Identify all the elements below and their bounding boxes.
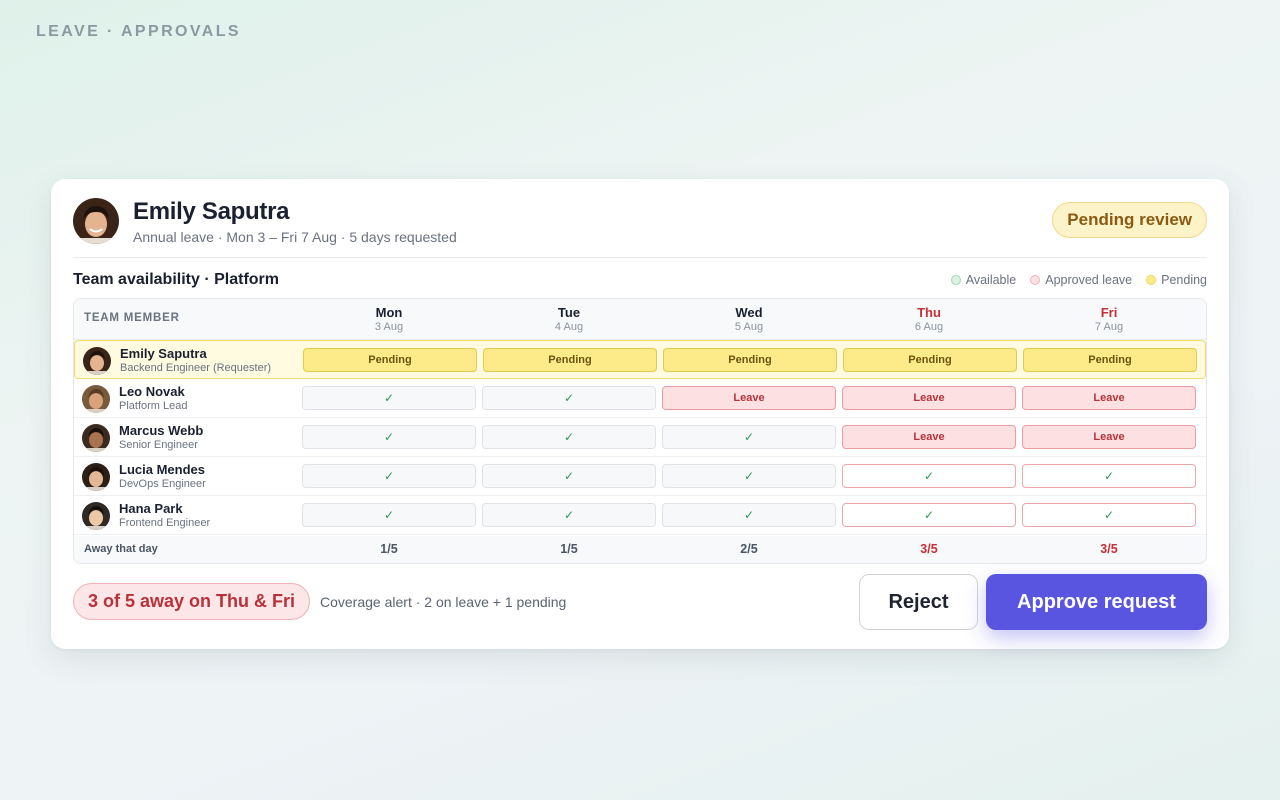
request-header: Emily Saputra Annual leave · Mon 3 – Fri…	[73, 198, 1207, 258]
availability-cell-pending: Pending	[1023, 348, 1197, 372]
member-role: Platform Lead	[119, 400, 188, 412]
away-label: Away that day	[84, 543, 158, 555]
avatar	[82, 424, 110, 452]
availability-cell-pending: Pending	[483, 348, 657, 372]
availability-cell-available-alert: ✓	[842, 464, 1016, 488]
day-date: 6 Aug	[914, 321, 944, 333]
leave-request-card: Emily Saputra Annual leave · Mon 3 – Fri…	[51, 179, 1229, 649]
avatar	[82, 385, 110, 413]
table-row: Marcus Webb Senior Engineer ✓ ✓ ✓ Leave Leave	[74, 418, 1206, 457]
day-date: 7 Aug	[1094, 321, 1124, 333]
table-row: Leo Novak Platform Lead ✓ ✓ Leave Leave Leave	[74, 379, 1206, 418]
avatar	[82, 463, 110, 491]
availability-cell-available-alert: ✓	[1022, 464, 1196, 488]
status-badge: Pending review	[1052, 202, 1207, 238]
availability-cell-leave: Leave	[842, 386, 1016, 410]
availability-legend: Available Approved leave Pending	[950, 273, 1207, 287]
availability-cell-available: ✓	[302, 464, 476, 488]
availability-title: Team availability · Platform	[73, 271, 279, 288]
availability-cell-available: ✓	[482, 386, 656, 410]
availability-cell-leave: Leave	[1022, 425, 1196, 449]
availability-cell-available-alert: ✓	[842, 503, 1016, 527]
day-header-fri: Fri 7 Aug	[1022, 305, 1196, 333]
availability-cell-available: ✓	[302, 503, 476, 527]
legend-label: Available	[965, 273, 1017, 287]
member-name: Hana Park	[119, 501, 183, 516]
avatar	[83, 347, 111, 375]
availability-cell-leave: Leave	[1022, 386, 1196, 410]
table-row: Lucia Mendes DevOps Engineer ✓ ✓ ✓ ✓ ✓	[74, 457, 1206, 496]
coverage-alert-note: Coverage alert · 2 on leave + 1 pending	[320, 594, 567, 610]
day-name: Thu	[917, 305, 941, 320]
availability-cell-available: ✓	[482, 425, 656, 449]
reject-button[interactable]: Reject	[859, 574, 978, 630]
availability-cell-available: ✓	[662, 425, 836, 449]
legend-item: Available	[950, 273, 1017, 287]
availability-cell-pending: Pending	[843, 348, 1017, 372]
availability-cell-available: ✓	[482, 503, 656, 527]
away-count: 2/5	[740, 542, 758, 556]
legend-label: Pending	[1161, 273, 1207, 287]
member-role: Backend Engineer (Requester)	[120, 362, 272, 374]
avatar	[82, 502, 110, 530]
member-name: Emily Saputra	[120, 346, 207, 361]
legend-label: Approved leave	[1045, 273, 1133, 287]
day-header-thu: Thu 6 Aug	[842, 305, 1016, 333]
availability-cell-available: ✓	[302, 425, 476, 449]
availability-cell-available: ✓	[482, 464, 656, 488]
table-row: Hana Park Frontend Engineer ✓ ✓ ✓ ✓ ✓	[74, 496, 1206, 535]
availability-cell-pending: Pending	[663, 348, 837, 372]
availability-cell-available: ✓	[302, 386, 476, 410]
legend-item: Approved leave	[1030, 273, 1132, 287]
day-date: 5 Aug	[734, 321, 764, 333]
table-row: Emily Saputra Backend Engineer (Requester…	[74, 340, 1206, 379]
approve-request-button[interactable]: Approve request	[986, 574, 1207, 630]
requester-avatar	[73, 198, 119, 244]
day-date: 3 Aug	[374, 321, 404, 333]
day-name: Mon	[375, 305, 403, 320]
away-count: 3/5	[920, 542, 938, 556]
availability-cell-leave: Leave	[842, 425, 1016, 449]
member-name: Marcus Webb	[119, 423, 204, 438]
day-header-tue: Tue 4 Aug	[482, 305, 656, 333]
availability-cell-available: ✓	[662, 464, 836, 488]
availability-cell-available: ✓	[662, 503, 836, 527]
day-header-wed: Wed 5 Aug	[662, 305, 836, 333]
day-name: Tue	[557, 305, 581, 320]
away-count: 3/5	[1100, 542, 1118, 556]
day-name: Wed	[735, 305, 763, 320]
member-name: Lucia Mendes	[119, 462, 205, 477]
day-date: 4 Aug	[554, 321, 584, 333]
availability-cell-leave: Leave	[662, 386, 836, 410]
legend-swatch	[950, 275, 961, 285]
table-header: TEAM MEMBER Mon 3 Aug Tue 4 Aug Wed 5 Aug Thu 6…	[74, 299, 1206, 340]
coverage-alert-badge: 3 of 5 away on Thu & Fri	[73, 583, 311, 620]
legend-swatch	[1146, 275, 1157, 285]
availability-cell-pending: Pending	[303, 348, 477, 372]
legend-item: Pending	[1146, 273, 1207, 287]
page-label: LEAVE · APPROVALS	[36, 23, 241, 40]
availability-table: TEAM MEMBER Mon 3 Aug Tue 4 Aug Wed 5 Aug Thu 6…	[73, 298, 1207, 564]
member-column-header: TEAM MEMBER	[84, 312, 180, 324]
availability-cell-available-alert: ✓	[1022, 503, 1196, 527]
member-role: Senior Engineer	[119, 439, 198, 451]
member-name: Leo Novak	[119, 384, 185, 399]
away-summary-row: Away that day 1/5 1/5 2/5 3/5 3/5	[74, 536, 1206, 563]
member-role: DevOps Engineer	[119, 478, 206, 490]
request-summary: Annual leave · Mon 3 – Fri 7 Aug · 5 day…	[133, 229, 457, 245]
legend-swatch	[1030, 275, 1041, 285]
day-header-mon: Mon 3 Aug	[302, 305, 476, 333]
requester-name: Emily Saputra	[133, 198, 290, 225]
away-count: 1/5	[380, 542, 398, 556]
member-role: Frontend Engineer	[119, 517, 211, 529]
away-count: 1/5	[560, 542, 578, 556]
day-name: Fri	[1100, 305, 1118, 320]
